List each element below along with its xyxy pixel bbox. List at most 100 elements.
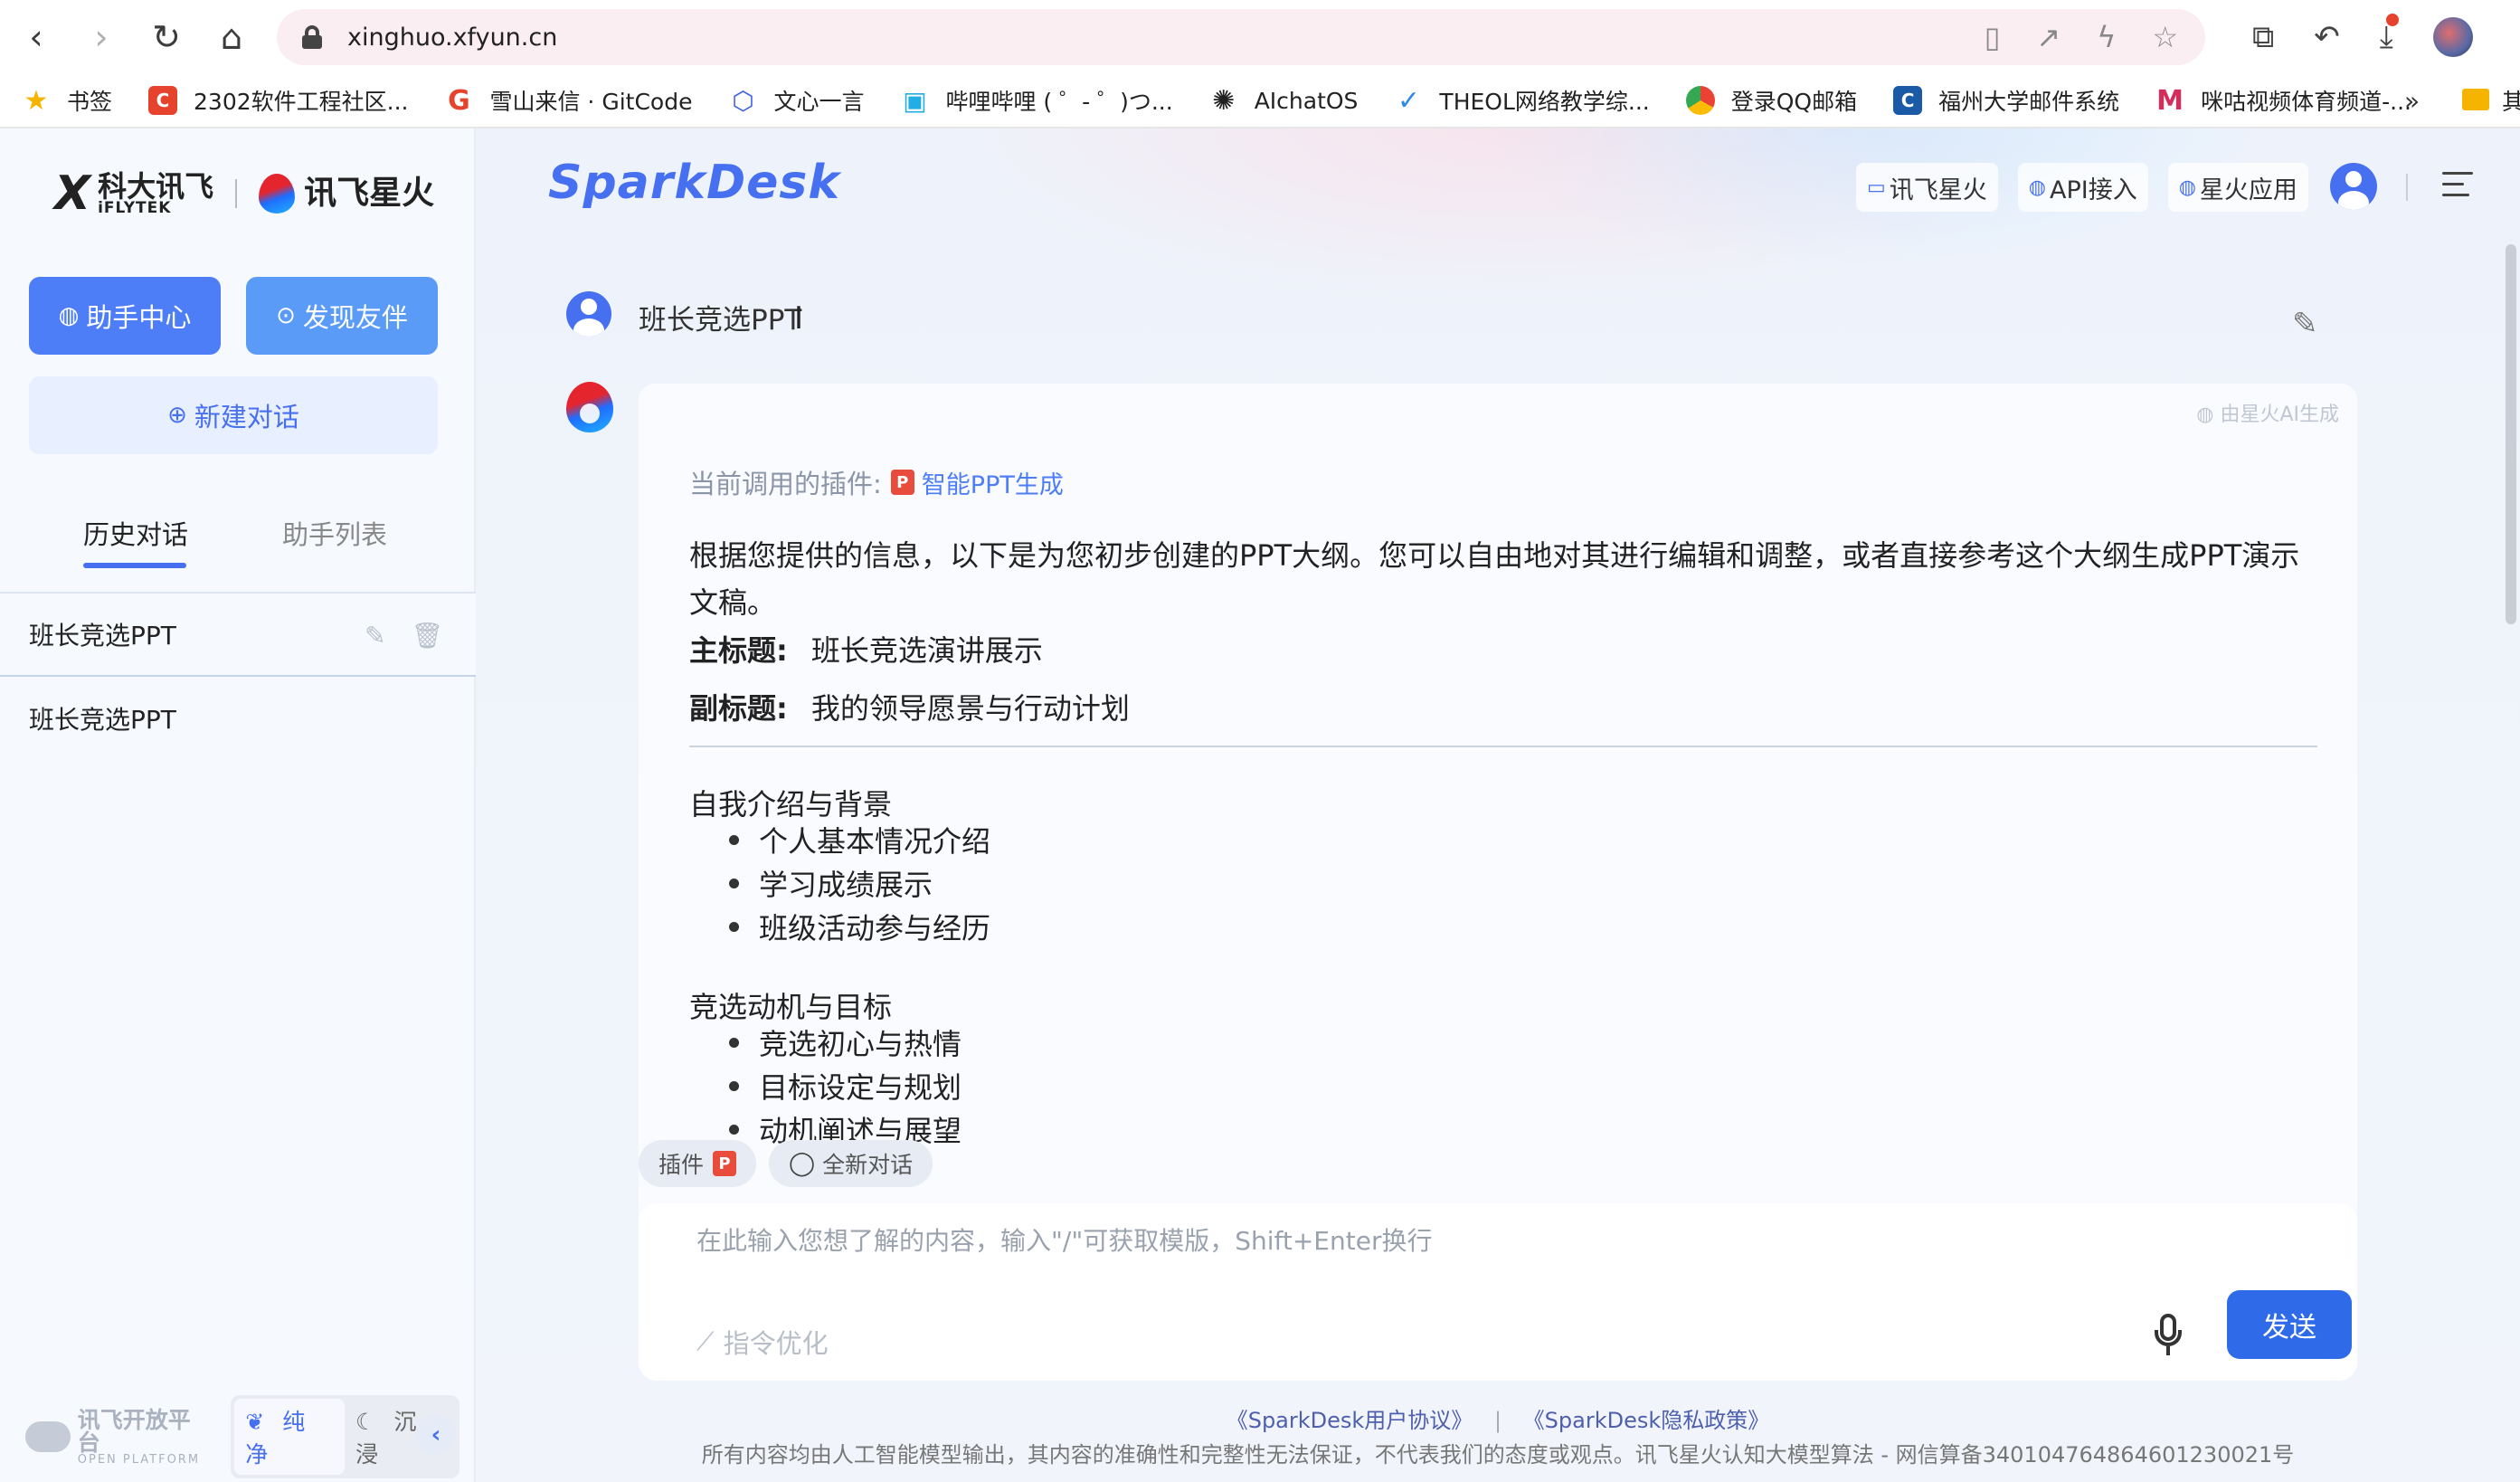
message-composer: ⟋ 指令优化 发送 <box>639 1203 2357 1381</box>
text-cursor-icon: I <box>794 300 804 337</box>
bookmark-label: 雪山来信 · GitCode <box>489 89 693 115</box>
plugin-name[interactable]: 智能PPT生成 <box>922 465 1064 500</box>
spark-cn: 讯飞星火 <box>304 175 435 212</box>
edit-message-icon[interactable]: ✎ <box>2292 306 2318 342</box>
edit-icon[interactable]: ✎ <box>365 621 385 651</box>
tab-history[interactable]: 历史对话 <box>83 514 188 552</box>
theol-icon: ✓ <box>1397 84 1420 117</box>
profile-avatar[interactable] <box>2432 17 2473 57</box>
microphone-icon[interactable] <box>2151 1312 2187 1357</box>
bookmark-item[interactable]: ✓ THEOL网络教学综... <box>1394 84 1650 117</box>
trash-icon[interactable]: 🗑 <box>411 621 443 651</box>
assistant-center-button[interactable]: ◍ 助手中心 <box>29 277 221 355</box>
bookmark-item[interactable]: ⬡ 文心一言 <box>728 84 864 117</box>
reload-button[interactable]: ↻ <box>134 5 199 70</box>
menu-icon[interactable] <box>2442 172 2473 197</box>
open-platform-logo[interactable]: 讯飞开放平台 OPEN PLATFORM <box>25 1409 207 1466</box>
sparkdesk-logo[interactable]: SparkDesk <box>548 156 840 210</box>
csdn-icon: C <box>148 86 178 115</box>
bookmark-item[interactable]: C 福州大学邮件系统 <box>1893 84 2119 117</box>
outline-item: 个人基本情况介绍 <box>729 818 990 861</box>
history-item[interactable]: 班长竞选PPT ✎ 🗑 <box>0 594 476 677</box>
spark-wordmark: 讯飞星火 <box>304 177 434 210</box>
header-link-label: 星火应用 <box>2199 176 2297 204</box>
migu-icon: M <box>2156 84 2184 117</box>
plugin-info: 当前调用的插件: P 智能PPT生成 <box>689 463 1064 501</box>
user-avatar[interactable] <box>2330 163 2377 210</box>
plugin-prefix: 当前调用的插件: <box>689 469 882 499</box>
folder-icon[interactable] <box>2462 89 2489 110</box>
composer-chips: 插件 P ◯ 全新对话 <box>639 1140 933 1187</box>
mode-pure-button[interactable]: ❦ 纯净 <box>234 1399 345 1475</box>
new-chat-label: 新建对话 <box>194 402 299 432</box>
undo-icon[interactable]: ↶ <box>2314 19 2340 55</box>
ppt-icon: P <box>890 470 914 495</box>
disclaimer-text: 所有内容均由人工智能模型输出，其内容的准确性和完整性无法保证，不代表我们的态度或… <box>701 1442 2295 1468</box>
collapse-sidebar-button[interactable]: ‹ <box>416 1415 456 1455</box>
send-button[interactable]: 发送 <box>2227 1290 2352 1359</box>
reader-icon[interactable]: ▯ <box>1985 20 2001 54</box>
tab-assistants[interactable]: 助手列表 <box>282 514 387 552</box>
bolt-icon[interactable]: ϟ <box>2097 20 2116 54</box>
history-item[interactable]: 班长竞选PPT <box>0 677 476 760</box>
mode-pure-label: 纯净 <box>245 1409 306 1468</box>
new-conversation-chip[interactable]: ◯ 全新对话 <box>769 1140 933 1187</box>
home-button[interactable]: ⌂ <box>199 5 264 70</box>
bookmark-label: THEOL网络教学综... <box>1439 89 1650 115</box>
subtitle-value: 我的领导愿景与行动计划 <box>810 691 1130 726</box>
history-item-label: 班长竞选PPT <box>29 705 176 735</box>
url-text: xinghuo.xfyun.cn <box>347 23 558 52</box>
answer-intro: 根据您提供的信息，以下是为您初步创建的PPT大纲。您可以自由地对其进行编辑和调整… <box>689 538 2300 620</box>
prompt-optimize-button[interactable]: ⟋ 指令优化 <box>696 1323 829 1361</box>
outline-item: 目标设定与规划 <box>729 1064 962 1107</box>
open-platform-cn: 讯飞开放平台 <box>77 1406 191 1456</box>
header-link-apps[interactable]: ◍ 星火应用 <box>2167 163 2308 212</box>
subtitle-label: 副标题: <box>689 691 788 726</box>
bookmarks-bar: ★ 书签 C 2302软件工程社区... G 雪山来信 · GitCode ⬡ … <box>0 74 2520 128</box>
share-icon[interactable]: ↗ <box>2036 20 2061 54</box>
discover-companion-button[interactable]: ⊙ 发现友伴 <box>246 277 438 355</box>
plugin-chip[interactable]: 插件 P <box>639 1140 757 1187</box>
bookmark-item[interactable]: M 咪咕视频体育频道-... <box>2155 84 2411 117</box>
bookmarks-more-button[interactable]: » <box>2404 74 2420 127</box>
header-link-api[interactable]: ◍ API接入 <box>2017 163 2148 212</box>
spark-logo-icon <box>259 174 296 214</box>
header-link-xinghuo[interactable]: ▭ 讯飞星火 <box>1856 163 1998 212</box>
new-chat-button[interactable]: ⊕ 新建对话 <box>29 376 438 454</box>
star-icon: ★ <box>24 84 49 117</box>
bookmark-star-icon[interactable]: ☆ <box>2152 20 2178 54</box>
iflytek-en: iFLYTEK <box>98 198 172 217</box>
legal-separator: | <box>1493 1408 1502 1433</box>
bookmark-item[interactable]: ★ 书签 <box>22 84 112 117</box>
bookmark-item[interactable]: 登录QQ邮箱 <box>1685 84 1858 117</box>
forward-button[interactable]: › <box>69 5 134 70</box>
download-icon[interactable]: ⤓ <box>2380 14 2399 55</box>
fzu-mail-icon: C <box>1893 86 1923 115</box>
bookmark-item[interactable]: ✺ AIchatOS <box>1209 85 1358 117</box>
user-message-text: 班长竞选PPT <box>639 304 802 337</box>
message-input[interactable] <box>639 1203 2086 1294</box>
address-bar[interactable]: xinghuo.xfyun.cn ▯ ↗ ϟ ☆ <box>277 9 2205 65</box>
magic-wand-icon: ⟋ <box>696 1326 715 1356</box>
privacy-policy-link[interactable]: 《SparkDesk隐私政策》 <box>1523 1408 1770 1433</box>
bookmark-item[interactable]: ▣ 哔哩哔哩 ( ゜- ゜)つ... <box>900 84 1172 117</box>
back-button[interactable]: ‹ <box>4 5 69 70</box>
extensions-icon[interactable]: ⧉ <box>2252 19 2274 55</box>
plugin-chip-label: 插件 <box>658 1152 705 1178</box>
bookmark-label: 登录QQ邮箱 <box>1730 89 1858 115</box>
chat-scrollbar[interactable] <box>2506 244 2516 624</box>
mode-immersive-label: 沉浸 <box>355 1409 417 1468</box>
header-link-label: 讯飞星火 <box>1889 176 1987 204</box>
screen-icon: ▭ <box>1867 176 1886 199</box>
ppt-icon: P <box>713 1151 737 1176</box>
bookmark-item[interactable]: G 雪山来信 · GitCode <box>444 84 692 117</box>
main-title-value: 班长竞选演讲展示 <box>810 633 1043 668</box>
spark-assistant-avatar <box>566 382 613 432</box>
sidebar: X 科大讯飞 iFLYTEK 讯飞星火 ◍ 助手中心 ⊙ 发现友伴 ⊕ 新建对话… <box>0 128 476 1482</box>
bookmark-item[interactable]: C 2302软件工程社区... <box>148 84 408 117</box>
brand-divider <box>235 179 238 208</box>
sidebar-footer: 讯飞开放平台 OPEN PLATFORM ❦ 纯净 ☾ 沉浸 ‹ <box>25 1395 459 1478</box>
header-links: ▭ 讯飞星火 ◍ API接入 ◍ 星火应用 <box>1856 163 2308 212</box>
bookmark-folder-label[interactable]: 其 <box>2502 74 2520 127</box>
user-agreement-link[interactable]: 《SparkDesk用户协议》 <box>1227 1408 1473 1433</box>
